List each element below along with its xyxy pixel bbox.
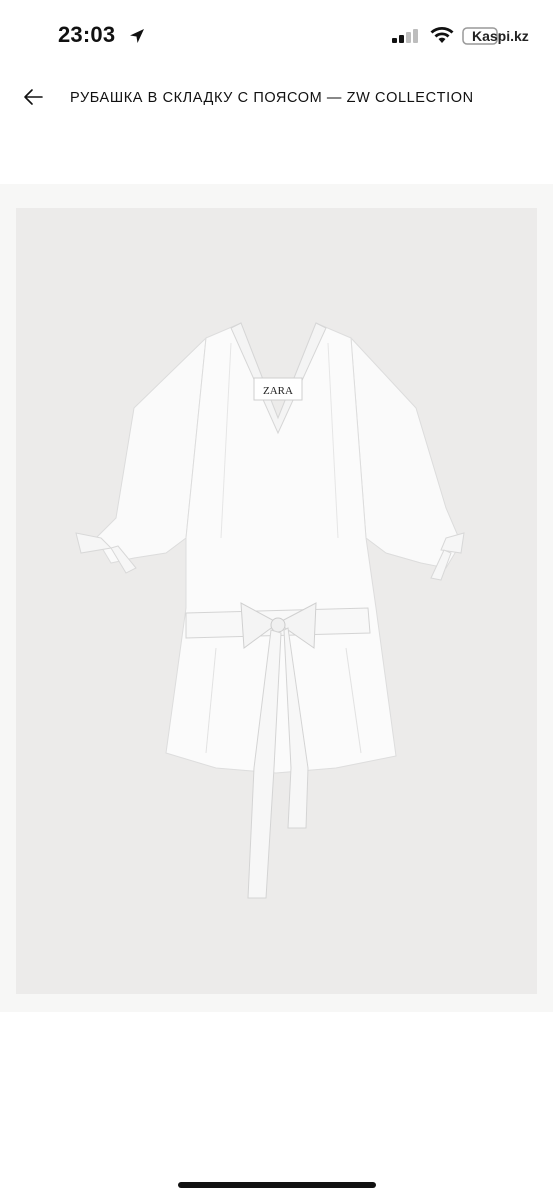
page-title: РУБАШКА В СКЛАДКУ С ПОЯСОМ — ZW COLLECTI… (70, 90, 474, 106)
back-to-app-label[interactable]: Kaspi.kz (472, 28, 529, 44)
location-arrow-icon (128, 27, 146, 50)
product-image[interactable]: ZARA (16, 208, 537, 994)
status-time: 23:03 (58, 22, 116, 47)
product-image-frame: ZARA (0, 184, 553, 1012)
home-indicator[interactable] (178, 1182, 376, 1188)
cellular-signal-icon (392, 29, 422, 48)
status-bar: 23:03 Kaspi.kz (0, 0, 553, 72)
shirt-illustration: ZARA (75, 322, 465, 899)
nav-header: РУБАШКА В СКЛАДКУ С ПОЯСОМ — ZW COLLECTI… (0, 72, 553, 128)
wifi-icon (430, 26, 454, 49)
arrow-left-icon[interactable] (22, 86, 44, 113)
brand-label: ZARA (263, 385, 293, 397)
